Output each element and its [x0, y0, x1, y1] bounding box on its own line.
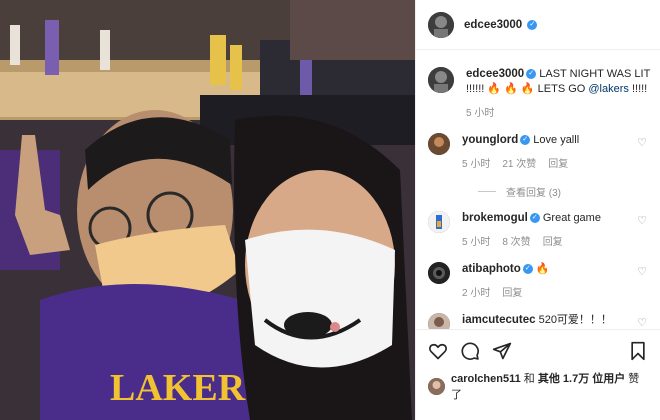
comment-item: iamcutecutec 520可爱！！！ ♡	[428, 313, 660, 329]
bookmark-icon[interactable]	[629, 341, 647, 361]
commenter-avatar[interactable]	[428, 262, 450, 284]
comment-text: 520可爱！！！	[538, 314, 612, 326]
likes-others[interactable]: 其他 1.7万 位用户	[538, 373, 625, 385]
caption: edcee3000 ✓ LAST NIGHT WAS LIT !!!!!! 🔥 🔥…	[428, 67, 660, 121]
replies-divider	[478, 191, 496, 192]
comment-heart-icon[interactable]: ♡	[637, 136, 647, 149]
verified-icon: ✓	[527, 19, 538, 30]
liker-avatar[interactable]	[428, 377, 445, 395]
liker-username[interactable]: carolchen511	[451, 373, 521, 385]
selfie-photo: LAKERS	[0, 0, 415, 420]
comment-time[interactable]: 5 小时	[462, 235, 490, 250]
likes-and: 和	[520, 373, 538, 385]
caption-suffix: !!!!!	[628, 83, 648, 95]
comment-item: younglord ✓ Love yalll 5 小时 21 次赞 回复 ♡	[428, 133, 660, 172]
mention-link[interactable]: @lakers	[588, 83, 629, 95]
comment-item: atibaphoto ✓ 🔥 2 小时 回复 ♡	[428, 262, 660, 301]
comment-likes[interactable]: 8 次赞	[502, 235, 530, 250]
post-photo[interactable]: LAKERS	[0, 0, 415, 420]
verified-icon: ✓	[529, 213, 540, 224]
caption-username[interactable]: edcee3000	[466, 68, 524, 80]
verified-icon: ✓	[522, 264, 533, 275]
commenter-username[interactable]: brokemogul	[462, 212, 528, 224]
post-side-panel: edcee3000 ✓ edcee3000 ✓ LAST NIGHT WAS LI…	[415, 0, 660, 420]
comment-icon[interactable]	[460, 341, 480, 361]
author-avatar[interactable]	[428, 11, 454, 38]
comment-text: 🔥	[535, 263, 550, 275]
verified-icon: ✓	[520, 135, 531, 146]
commenter-avatar[interactable]	[428, 133, 450, 155]
view-replies-button[interactable]: 查看回复 (3)	[478, 184, 660, 199]
post-header: edcee3000 ✓	[416, 0, 660, 50]
comment-time[interactable]: 2 小时	[462, 286, 490, 301]
heart-icon[interactable]	[428, 341, 448, 361]
comment-text: Love yalll	[533, 134, 580, 146]
commenter-username[interactable]: younglord	[462, 134, 518, 146]
commenter-avatar[interactable]	[428, 313, 450, 329]
comment-likes[interactable]: 21 次赞	[502, 157, 536, 172]
reply-button[interactable]: 回复	[502, 286, 522, 301]
commenter-avatar[interactable]	[428, 211, 450, 233]
reply-button[interactable]: 回复	[548, 157, 568, 172]
commenter-username[interactable]: atibaphoto	[462, 263, 521, 275]
likes-summary: carolchen511 和 其他 1.7万 位用户 赞了	[428, 370, 649, 402]
svg-text:LAKERS: LAKERS	[110, 367, 266, 409]
comment-item: brokemogul ✓ Great game 5 小时 8 次赞 回复 ♡	[428, 211, 660, 250]
comment-text: Great game	[542, 212, 601, 224]
post-actions: carolchen511 和 其他 1.7万 位用户 赞了	[416, 329, 660, 402]
share-icon[interactable]	[492, 341, 512, 361]
commenter-username[interactable]: iamcutecutec	[462, 314, 536, 326]
author-avatar[interactable]	[428, 67, 454, 93]
comment-heart-icon[interactable]: ♡	[637, 214, 647, 227]
reply-button[interactable]: 回复	[543, 235, 563, 250]
comment-heart-icon[interactable]: ♡	[637, 265, 647, 278]
caption-time[interactable]: 5 小时	[466, 106, 494, 121]
author-username[interactable]: edcee3000	[464, 19, 522, 31]
comment-heart-icon[interactable]: ♡	[637, 316, 647, 329]
view-replies-label[interactable]: 查看回复 (3)	[506, 184, 561, 199]
comments-list[interactable]: edcee3000 ✓ LAST NIGHT WAS LIT !!!!!! 🔥 🔥…	[416, 51, 660, 329]
verified-icon: ✓	[526, 69, 537, 80]
comment-time[interactable]: 5 小时	[462, 157, 490, 172]
